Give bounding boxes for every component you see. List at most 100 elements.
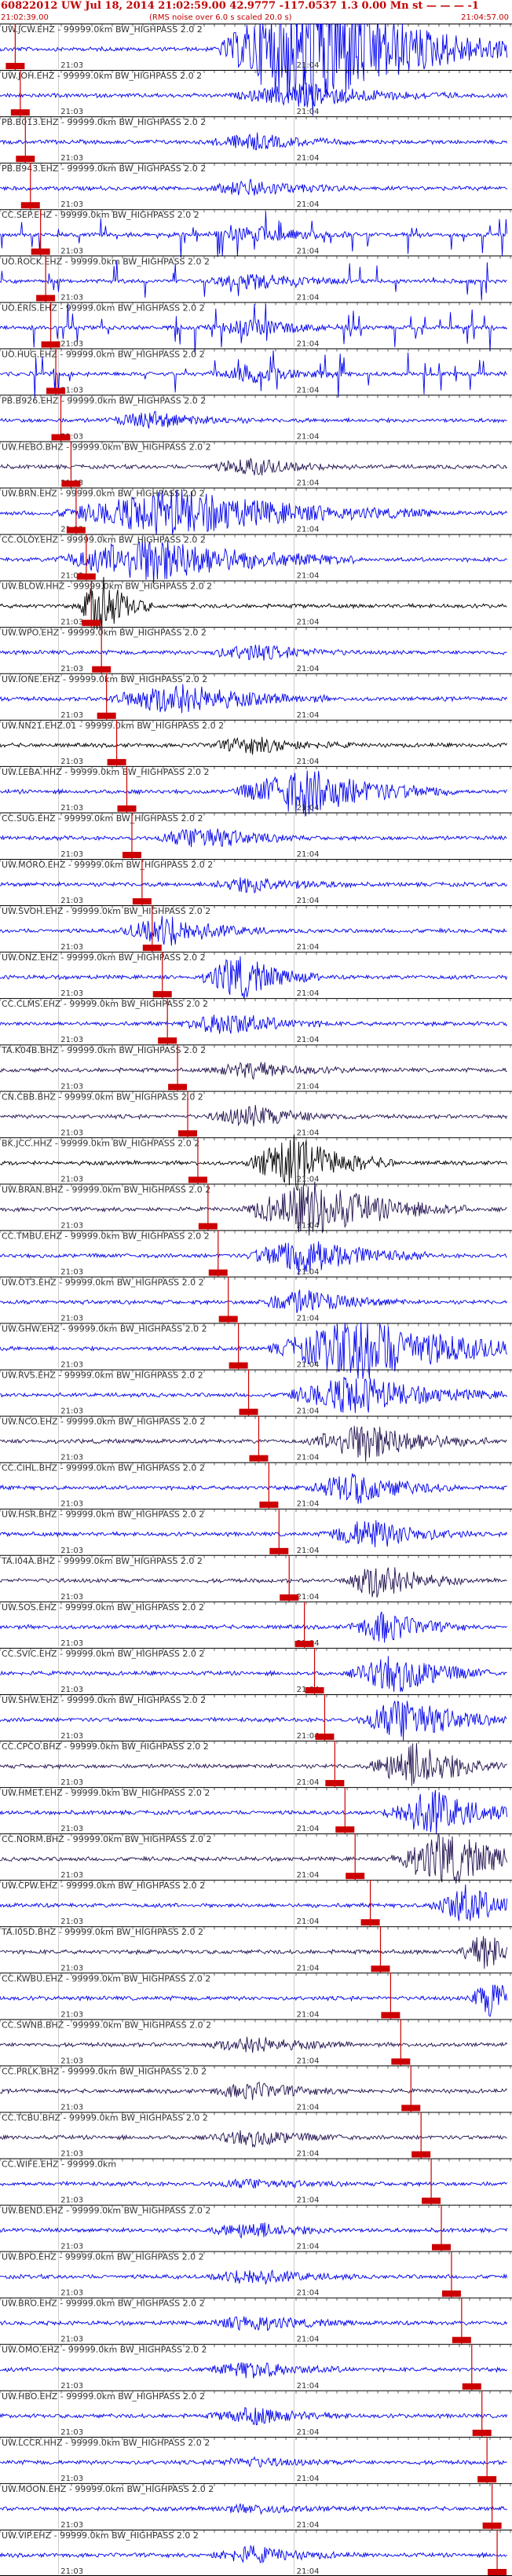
pick-marker [239,1408,258,1415]
tick-label-2104: 21:04 [297,2196,320,2205]
plot-title: 60822012 UW Jul 18, 2014 21:02:59.00 42.… [1,0,479,12]
pick-marker [477,2475,497,2482]
pick-marker [198,1223,218,1230]
station-label: UW.CPW.EHZ - 99999.0km BW_HIGHPASS 2.0 2 [2,1881,205,1891]
pick-marker [117,805,137,812]
station-row: 21:03 21:04 UW.BPO.EHZ - 99999.0km BW_HIGH… [0,2251,512,2298]
station-row: 21:03 21:04UW.SHW.EHZ - 99999.0km BW_HIGH… [0,1693,512,1741]
station-row: 21:03 21:04 UO.ERIS.EHZ - 99999.0km BW_HIG… [0,302,512,354]
station-row: 21:03 21:04 UW.LCCR.HHZ - 99999.0km BW_HIG… [0,2436,512,2483]
pick-marker [36,295,56,302]
tick-label-2104: 21:04 [297,711,320,720]
tick-label-2103: 21:03 [60,2243,83,2251]
tick-label-2104: 21:04 [297,1917,320,1926]
tick-label-2103: 21:03 [60,2196,83,2205]
station-row: 21:03 21:04 CC.KWBU.EHZ - 99999.0km BW_HIG… [0,1972,512,2020]
station-row: 21:03 21:04 UW.BRAN.BHZ - 99999.0km BW_HIG… [0,1181,512,1236]
waveform-trace [0,410,507,429]
pick-marker [391,2058,411,2065]
station-label: CC.TMBU.EHZ - 99999.0km BW_HIGHPASS 2.0 … [2,1231,210,1241]
tick-label-2103: 21:03 [60,293,83,302]
station-label: UW.NN21.EHZ.01 - 99999.0km BW_HIGHPASS 2… [2,721,224,731]
tick-label-2103: 21:03 [60,989,83,998]
station-label: TA.I04A.BHZ - 99999.0km BW_HIGHPASS 2.0 … [1,1556,203,1566]
station-row: 21:03 21:04 UW.BLOW.HHZ - 99999.0km BW_HIG… [0,576,512,630]
tick-label-2103: 21:03 [60,758,83,766]
station-label: UW.RVS.EHZ - 99999.0km BW_HIGHPASS 2.0 2 [2,1371,203,1381]
tick-label-2103: 21:03 [60,1315,83,1323]
station-row: 21:03 21:04 PB.B013.EHZ - 99999.0km BW_HIG… [0,116,512,163]
pick-marker [249,1455,269,1462]
seismogram-plot: 21:03 21:04 UW.JCW.EHZ - 99999.0km BW_HIGH… [0,24,512,2576]
station-label: UW.SVOH.EHZ - 99999.0km BW_HIGHPASS 2.0 … [2,906,210,916]
station-label: UW.LCCR.HHZ - 99999.0km BW_HIGHPASS 2.0 … [2,2438,210,2448]
tick-label-2103: 21:03 [60,665,83,673]
tick-label-2104: 21:04 [297,1500,320,1509]
tick-label-2103: 21:03 [60,1917,83,1926]
station-label: CC.TCBU.BHZ - 99999.0km BW_HIGHPASS 2.0 … [2,2112,208,2123]
station-row: 21:03 21:04 UW.NCO.EHZ - 99999.0km BW_HIGH… [0,1415,512,1462]
station-label: CC.CLMS.EHZ - 99999.0km BW_HIGHPASS 2.0 … [2,999,208,1009]
tick-label-2103: 21:03 [60,804,83,813]
tick-label-2103: 21:03 [60,247,83,255]
tick-label-2104: 21:04 [297,247,320,255]
tick-label-2103: 21:03 [60,1639,83,1648]
station-label: UW.HSR.BHZ - 99999.0km BW_HIGHPASS 2.0 2 [2,1510,204,1520]
tick-label-2103: 21:03 [60,850,83,859]
pick-marker [401,2104,421,2112]
station-label: CC.OLOY.EHZ - 99999.0km BW_HIGHPASS 2.0 … [2,535,206,545]
tick-label-2104: 21:04 [297,1407,320,1416]
tick-label-2103: 21:03 [60,1128,83,1137]
pick-marker [482,2522,502,2529]
waveform-trace [0,916,507,946]
tick-label-2104: 21:04 [297,665,320,673]
station-row: 21:03 21:04 CC.TMBU.EHZ - 99999.0km BW_HIG… [0,1230,512,1277]
station-label: UW.HBO.EHZ - 99999.0km BW_HIGHPASS 2.0 2 [2,2391,205,2402]
station-label: UW.NCO.EHZ - 99999.0km BW_HIGHPASS 2.0 2 [2,1417,205,1427]
pick-marker [66,527,86,534]
tick-label-2104: 21:04 [297,61,320,70]
pick-marker [31,248,50,255]
pick-marker [452,2336,471,2343]
waveform-trace [0,132,508,151]
tick-label-2104: 21:04 [297,1175,320,1183]
station-row: 21:03 21:04UO.HUG.EHZ - 99999.0km BW_HIGH… [0,348,512,399]
waveform-trace [0,877,507,894]
tick-label-2103: 21:03 [60,108,83,116]
tick-label-2103: 21:03 [60,2475,83,2483]
tick-label-2104: 21:04 [297,200,320,209]
station-label: UW.JCW.EHZ - 99999.0km BW_HIGHPASS 2.0 2 [2,24,203,35]
tick-label-2104: 21:04 [297,1871,320,1880]
tick-label-2103: 21:03 [60,2057,83,2065]
tick-label-2103: 21:03 [60,2010,83,2019]
tick-label-2103: 21:03 [60,2336,83,2344]
tick-label-2104: 21:04 [297,293,320,302]
pick-marker [371,1965,390,1972]
tick-label-2103: 21:03 [60,1454,83,1462]
tick-label-2103: 21:03 [60,61,83,70]
pick-marker [294,1640,314,1647]
pick-marker [269,1547,289,1554]
station-label: BK.JCC.HHZ - 99999.0km BW_HIGHPASS 2.0 2 [2,1138,199,1148]
station-row: 21:03 21:04 UO.ROCK.EHZ - 99999.0km BW_HIG… [0,255,512,303]
station-row: 21:03 21:04 UW.MORO.EHZ - 99999.0km BW_HIG… [0,858,512,906]
station-label: CC.SVIC.EHZ - 99999.0km BW_HIGHPASS 2.0 … [2,1649,204,1659]
station-row: 21:03 21:04 UW.HSR.BHZ - 99999.0km BW_HIGH… [0,1508,512,1555]
station-label: UW.OMO.EHZ - 99999.0km BW_HIGHPASS 2.0 2 [2,2345,207,2355]
waveform-trace [0,2036,507,2053]
waveform-trace [0,2362,507,2379]
tick-label-2104: 21:04 [297,1315,320,1323]
station-row: 21:03 21:04 UW.JCW.EHZ - 99999.0km BW_HIGH… [0,24,512,116]
tick-label-2104: 21:04 [297,339,320,348]
waveform-trace [0,2222,508,2240]
station-label: CC.NORM.BHZ - 99999.0km BW_HIGHPASS 2.0 … [2,1834,212,1844]
tick-label-2104: 21:04 [297,1778,320,1787]
pick-marker [229,1362,248,1369]
waveform-trace [0,2407,508,2426]
tick-label-2104: 21:04 [297,618,320,627]
station-label: PB.B943.EHZ - 99999.0km BW_HIGHPASS 2.0 … [2,163,206,174]
start-time-label: 21:02:39.00 [1,13,49,22]
tick-label-2104: 21:04 [297,1964,320,1972]
tick-label-2104: 21:04 [297,1361,320,1370]
station-row: 21:03 21:04 PB.B943.EHZ - 99999.0km BW_HIG… [0,163,512,209]
